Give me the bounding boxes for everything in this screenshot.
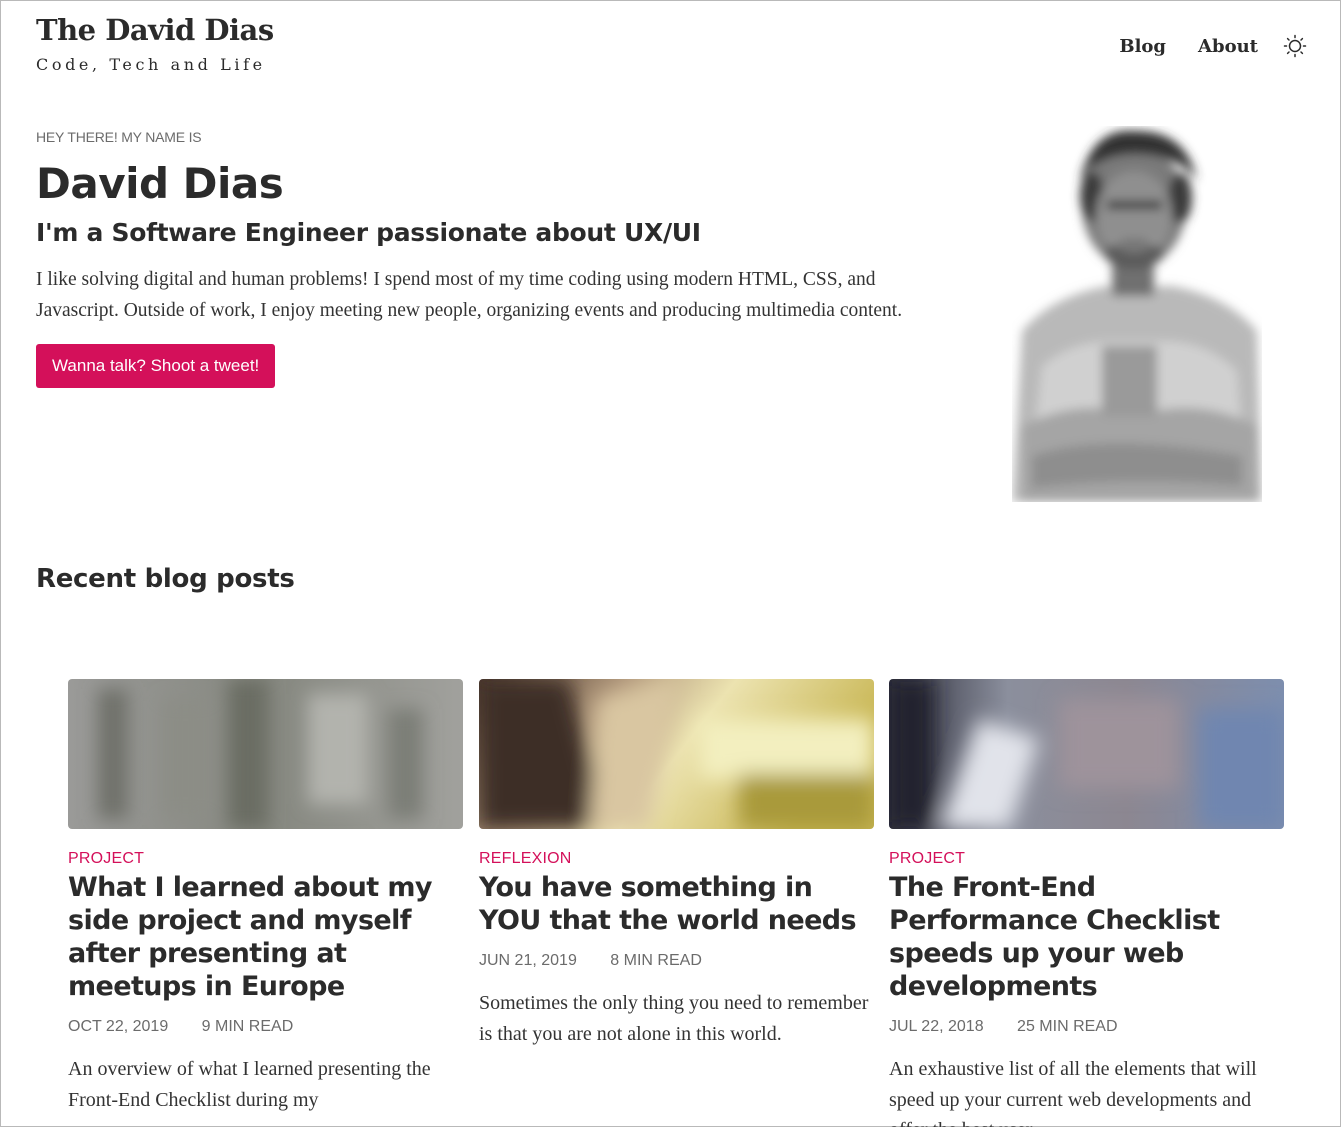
sun-icon [1283, 34, 1307, 58]
post-title[interactable]: You have something in YOU that the world… [479, 871, 874, 937]
post-thumbnail[interactable] [889, 679, 1284, 829]
post-date: OCT 22, 2019 [68, 1018, 169, 1035]
post-thumbnail[interactable] [68, 679, 463, 829]
post-card[interactable]: REFLEXION You have something in YOU that… [479, 679, 874, 1049]
hero-section: HEY THERE! MY NAME IS David Dias I'm a S… [36, 129, 956, 388]
site-tagline: Code, Tech and Life [36, 55, 266, 74]
site-header: The David Dias Code, Tech and Life Blog … [36, 13, 1308, 83]
post-read-time: 8 MIN READ [610, 952, 702, 969]
post-card[interactable]: PROJECT What I learned about my side pro… [68, 679, 463, 1115]
posts-grid: PROJECT What I learned about my side pro… [68, 679, 1284, 1127]
post-category[interactable]: PROJECT [889, 850, 1284, 868]
post-title[interactable]: What I learned about my side project and… [68, 871, 463, 1003]
post-excerpt: An overview of what I learned presenting… [68, 1058, 431, 1111]
post-title[interactable]: The Front-End Performance Checklist spee… [889, 871, 1284, 1003]
profile-photo [1012, 126, 1262, 502]
post-read-time: 25 MIN READ [1017, 1018, 1118, 1035]
nav-link-blog[interactable]: Blog [1119, 36, 1166, 57]
post-meta: OCT 22, 2019 9 MIN READ [68, 1018, 463, 1036]
theme-toggle-button[interactable] [1282, 33, 1308, 59]
post-read-time: 9 MIN READ [201, 1018, 294, 1035]
post-excerpt: Sometimes the only thing you need to rem… [479, 992, 869, 1045]
post-card[interactable]: PROJECT The Front-End Performance Checkl… [889, 679, 1284, 1127]
site-title-link[interactable]: The David Dias [36, 13, 274, 47]
post-category[interactable]: REFLEXION [479, 850, 874, 868]
post-date: JUN 21, 2019 [479, 952, 577, 969]
post-meta: JUN 21, 2019 8 MIN READ [479, 952, 874, 970]
recent-posts-heading: Recent blog posts [36, 564, 295, 594]
hero-bio: I like solving digital and human problem… [36, 269, 903, 321]
tweet-cta-button[interactable]: Wanna talk? Shoot a tweet! [36, 344, 276, 388]
hero-subtitle: I'm a Software Engineer passionate about… [36, 218, 701, 247]
post-thumbnail[interactable] [479, 679, 874, 829]
main-nav: Blog About [1119, 33, 1308, 59]
post-excerpt: An exhaustive list of all the elements t… [889, 1058, 1257, 1127]
hero-eyebrow: HEY THERE! MY NAME IS [36, 129, 202, 145]
nav-link-about[interactable]: About [1198, 36, 1258, 57]
post-category[interactable]: PROJECT [68, 850, 463, 868]
post-date: JUL 22, 2018 [889, 1018, 984, 1035]
hero-name: David Dias [36, 159, 284, 208]
post-meta: JUL 22, 2018 25 MIN READ [889, 1018, 1284, 1036]
